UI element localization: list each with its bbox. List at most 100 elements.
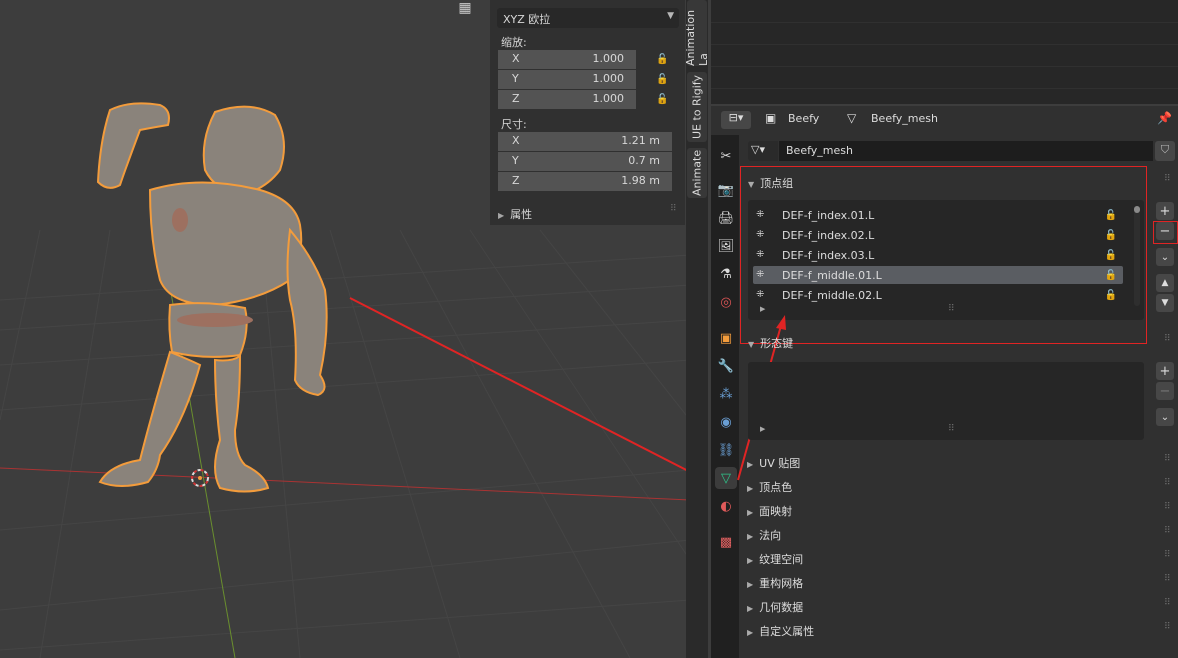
grid-icon[interactable]: ▦: [455, 0, 475, 18]
drag-handle-icon[interactable]: ⠿: [1164, 478, 1171, 488]
drag-handle-icon[interactable]: ⠿: [1164, 454, 1171, 464]
render-icon[interactable]: 📷: [715, 179, 737, 201]
dimension-y-value: 0.7 m: [628, 154, 660, 167]
resize-handle-icon[interactable]: ⠿: [948, 424, 955, 434]
normals-panel[interactable]: ▶ 法向: [747, 527, 781, 543]
rotation-mode-select[interactable]: XYZ 欧拉 ▼: [497, 8, 679, 28]
scale-label: 缩放:: [501, 36, 527, 49]
add-vertex-group-button[interactable]: +: [1156, 202, 1174, 220]
properties-label: 属性: [510, 208, 533, 221]
tab-animate[interactable]: Animate: [687, 148, 707, 198]
uv-maps-label: UV 贴图: [759, 457, 801, 470]
lock-icon[interactable]: 🔓: [656, 54, 669, 65]
normals-label: 法向: [759, 529, 782, 542]
triangle-right-icon: ▶: [747, 484, 754, 493]
vertex-colors-panel[interactable]: ▶ 顶点色: [747, 479, 792, 495]
drag-handle-icon[interactable]: ⠿: [1164, 502, 1171, 512]
scale-x-value: 1.000: [592, 52, 625, 65]
editor-type-button[interactable]: ⊟▾: [721, 111, 751, 129]
triangle-right-icon: ▶: [747, 532, 754, 541]
object-icon: ▣: [765, 111, 777, 125]
face-maps-panel[interactable]: ▶ 面映射: [747, 503, 792, 519]
dimension-x-axis: X: [512, 134, 520, 147]
annotation-arrow-1: [349, 297, 690, 474]
tab-animation-layers[interactable]: Animation La: [684, 0, 710, 66]
properties-panel-header[interactable]: ▶ 属性: [498, 206, 532, 222]
view-layer-icon[interactable]: 🖼: [715, 235, 737, 257]
drag-handle-icon[interactable]: ⠿: [1164, 550, 1171, 560]
dimension-x-field[interactable]: X 1.21 m: [498, 132, 672, 151]
scale-z-axis: Z: [512, 92, 520, 105]
blender-window: ▦ XYZ 欧拉 ▼ 缩放: X 1.000 Y 1.000 Z 1.000 🔓 🔓 …: [0, 0, 1178, 658]
drag-handle-icon[interactable]: ⠿: [1164, 334, 1171, 344]
remesh-panel[interactable]: ▶ 重构网格: [747, 575, 803, 591]
uv-maps-panel[interactable]: ▶ UV 贴图: [747, 455, 800, 471]
tab-ue-to-rigify[interactable]: UE to Rigify: [687, 72, 707, 142]
drag-handle-icon[interactable]: ⠿: [1164, 598, 1171, 608]
shape-key-list[interactable]: ▶ ⠿: [748, 362, 1144, 440]
mesh-browse-button[interactable]: ▽▾: [748, 141, 778, 161]
add-shape-key-button[interactable]: +: [1156, 362, 1174, 380]
dimension-y-field[interactable]: Y 0.7 m: [498, 152, 672, 171]
n-panel: XYZ 欧拉 ▼ 缩放: X 1.000 Y 1.000 Z 1.000 🔓 🔓 🔓 …: [490, 0, 685, 225]
3d-viewport[interactable]: ▦ XYZ 欧拉 ▼ 缩放: X 1.000 Y 1.000 Z 1.000 🔓 🔓 …: [0, 0, 690, 658]
outliner-area[interactable]: [711, 0, 1178, 104]
shape-keys-header[interactable]: ▼ 形态键: [748, 335, 793, 351]
outliner-row-divider: [711, 88, 1178, 89]
drag-handle-icon[interactable]: ⠿: [1164, 526, 1171, 536]
object-name[interactable]: Beefy: [788, 112, 819, 125]
rotation-mode-value: XYZ 欧拉: [503, 13, 551, 26]
scale-z-field[interactable]: Z 1.000: [498, 90, 636, 109]
material-icon[interactable]: ◐: [715, 495, 737, 517]
filter-expand-icon[interactable]: ▶: [760, 425, 765, 433]
outliner-row-divider: [711, 66, 1178, 67]
mesh-data-icon: ▽: [847, 111, 857, 125]
character-mesh[interactable]: [96, 102, 328, 493]
texture-space-panel[interactable]: ▶ 纹理空间: [747, 551, 803, 567]
scale-x-axis: X: [512, 52, 520, 65]
dimension-x-value: 1.21 m: [621, 134, 660, 147]
scale-z-value: 1.000: [592, 92, 625, 105]
scene-icon[interactable]: ⚗: [715, 263, 737, 285]
scale-y-axis: Y: [512, 72, 519, 85]
face-maps-label: 面映射: [759, 505, 793, 518]
drag-handle-icon[interactable]: ⠿: [1164, 174, 1171, 184]
properties-header: ⊟▾ ▣ Beefy ▽ Beefy_mesh 📌: [711, 106, 1178, 134]
fake-user-shield-icon[interactable]: ⛉: [1155, 141, 1175, 161]
scale-x-field[interactable]: X 1.000: [498, 50, 636, 69]
dimensions-label: 尺寸:: [501, 118, 527, 131]
outliner-row-divider: [711, 44, 1178, 45]
mesh-name[interactable]: Beefy_mesh: [871, 112, 938, 125]
shape-key-specials-button[interactable]: ⌄: [1156, 408, 1174, 426]
custom-properties-label: 自定义属性: [759, 625, 815, 638]
move-up-button[interactable]: ▲: [1156, 274, 1174, 292]
lock-icon[interactable]: 🔓: [656, 74, 669, 85]
triangle-right-icon: ▶: [747, 460, 754, 469]
geometry-data-label: 几何数据: [759, 601, 804, 614]
vertex-group-specials-button[interactable]: ⌄: [1156, 248, 1174, 266]
dimension-z-field[interactable]: Z 1.98 m: [498, 172, 672, 191]
remove-shape-key-button[interactable]: −: [1156, 382, 1174, 400]
lock-icon[interactable]: 🔓: [656, 94, 669, 105]
texture-icon[interactable]: ▩: [715, 531, 737, 553]
floor-grid: [0, 229, 690, 658]
vertex-colors-label: 顶点色: [759, 481, 793, 494]
tool-icon[interactable]: ✂: [715, 145, 737, 167]
drag-handle-icon[interactable]: ⠿: [1164, 574, 1171, 584]
triangle-down-icon: ▼: [748, 340, 755, 349]
dimension-z-axis: Z: [512, 174, 520, 187]
output-icon[interactable]: 🖨: [715, 207, 737, 229]
pin-icon[interactable]: 📌: [1157, 111, 1172, 125]
move-down-button[interactable]: ▼: [1156, 294, 1174, 312]
drag-handle-icon[interactable]: ⠿: [670, 204, 677, 214]
custom-properties-panel[interactable]: ▶ 自定义属性: [747, 623, 814, 639]
drag-handle-icon[interactable]: ⠿: [1164, 622, 1171, 632]
geometry-data-panel[interactable]: ▶ 几何数据: [747, 599, 803, 615]
scale-y-field[interactable]: Y 1.000: [498, 70, 636, 89]
texture-space-label: 纹理空间: [759, 553, 804, 566]
dimension-y-axis: Y: [512, 154, 519, 167]
mesh-name-field[interactable]: Beefy_mesh: [779, 141, 1153, 161]
triangle-right-icon: ▶: [747, 556, 754, 565]
triangle-right-icon: ▶: [498, 211, 505, 220]
shape-keys-title: 形态键: [760, 337, 794, 350]
